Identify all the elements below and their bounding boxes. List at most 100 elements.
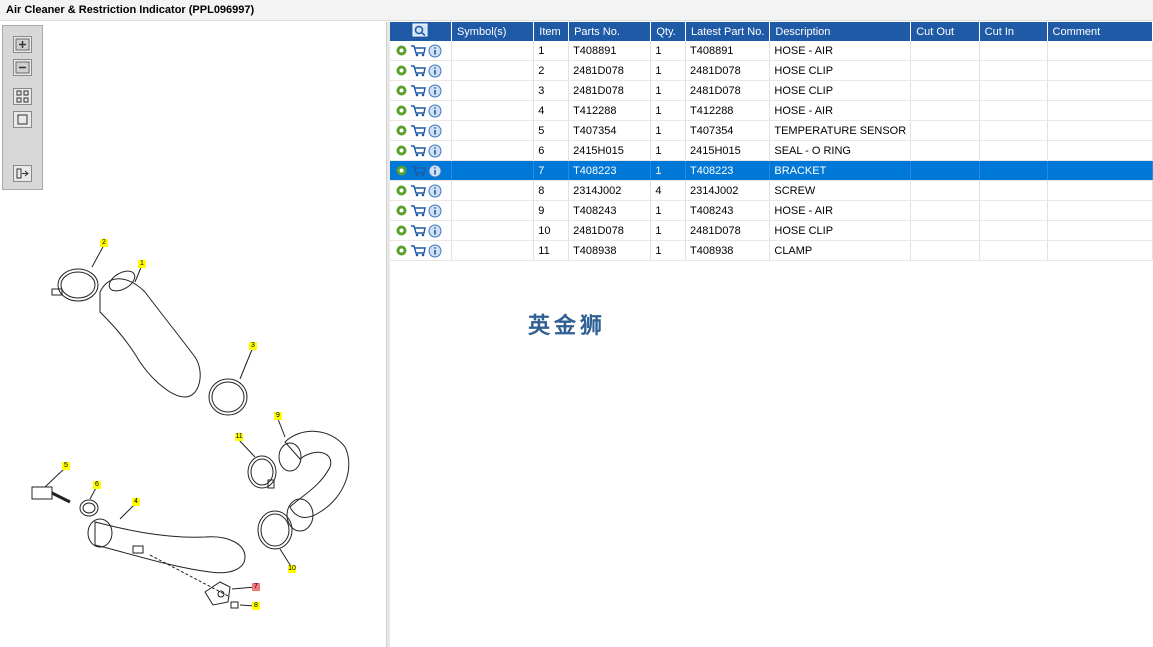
fit-page-button[interactable] <box>13 88 32 105</box>
table-row[interactable]: 11 T408938 1 T408938 CLAMP <box>390 240 1153 261</box>
column-header-search[interactable] <box>390 22 452 41</box>
diagram-pane[interactable]: 2 1 3 9 11 5 6 4 10 7 8 <box>0 22 386 647</box>
info-icon[interactable] <box>428 84 442 98</box>
table-row[interactable]: 3 2481D078 1 2481D078 HOSE CLIP <box>390 80 1153 101</box>
gear-icon[interactable] <box>395 164 408 177</box>
callout-1[interactable]: 1 <box>138 260 146 268</box>
cart-icon[interactable] <box>410 244 426 257</box>
callout-11[interactable]: 11 <box>235 433 243 441</box>
table-row[interactable]: 6 2415H015 1 2415H015 SEAL - O RING <box>390 140 1153 161</box>
column-header-qty[interactable]: Qty. <box>650 22 686 41</box>
table-row[interactable]: 5 T407354 1 T407354 TEMPERATURE SENSOR <box>390 120 1153 141</box>
column-header-cut-in[interactable]: Cut In <box>979 22 1048 41</box>
watermark: 英金狮 <box>528 314 607 339</box>
cell-parts-no: T407354 <box>568 120 652 141</box>
cell-cut-out <box>910 120 980 141</box>
callout-3[interactable]: 3 <box>249 342 257 350</box>
info-icon[interactable] <box>428 224 442 238</box>
info-icon[interactable] <box>428 104 442 118</box>
gear-icon[interactable] <box>395 244 408 257</box>
cart-icon[interactable] <box>410 184 426 197</box>
cell-qty: 1 <box>650 220 686 241</box>
cell-cut-in <box>979 80 1048 101</box>
info-icon[interactable] <box>428 184 442 198</box>
cell-qty: 1 <box>650 60 686 81</box>
export-button[interactable] <box>13 165 32 182</box>
info-icon[interactable] <box>428 144 442 158</box>
info-icon[interactable] <box>428 204 442 218</box>
table-row[interactable]: 7 T408223 1 T408223 BRACKET <box>390 160 1153 181</box>
gear-icon[interactable] <box>395 104 408 117</box>
table-row[interactable]: 4 T412288 1 T412288 HOSE - AIR <box>390 100 1153 121</box>
cart-icon[interactable] <box>410 224 426 237</box>
cart-icon[interactable] <box>410 124 426 137</box>
callout-4[interactable]: 4 <box>132 498 140 506</box>
cell-parts-no: T408223 <box>568 160 652 181</box>
gear-icon[interactable] <box>395 44 408 57</box>
cart-icon[interactable] <box>410 104 426 117</box>
cart-icon[interactable] <box>410 204 426 217</box>
table-row[interactable]: 8 2314J002 4 2314J002 SCREW <box>390 180 1153 201</box>
cell-comment <box>1047 240 1153 261</box>
parts-diagram[interactable] <box>0 197 380 627</box>
table-header-row: Symbol(s) Item Parts No. Qty. Latest Par… <box>390 22 1153 41</box>
column-header-cut-out[interactable]: Cut Out <box>910 22 980 41</box>
table-row[interactable]: 9 T408243 1 T408243 HOSE - AIR <box>390 200 1153 221</box>
column-header-latest-part-no[interactable]: Latest Part No. <box>685 22 771 41</box>
cell-description: HOSE CLIP <box>769 220 912 241</box>
column-header-comment[interactable]: Comment <box>1047 22 1153 41</box>
column-header-symbols[interactable]: Symbol(s) <box>451 22 535 41</box>
cart-icon[interactable] <box>410 144 426 157</box>
row-icons <box>390 100 452 121</box>
cart-icon[interactable] <box>410 164 426 177</box>
info-icon[interactable] <box>428 64 442 78</box>
table-row[interactable]: 10 2481D078 1 2481D078 HOSE CLIP <box>390 220 1153 241</box>
row-icons <box>390 80 452 101</box>
cell-description: HOSE - AIR <box>769 41 912 61</box>
cell-item: 9 <box>533 200 570 221</box>
cell-latest-part-no: T408938 <box>685 240 771 261</box>
info-icon[interactable] <box>428 164 442 178</box>
callout-7[interactable]: 7 <box>252 583 260 591</box>
gear-icon[interactable] <box>395 124 408 137</box>
cell-comment <box>1047 200 1153 221</box>
zoom-in-button[interactable] <box>13 36 32 53</box>
gear-icon[interactable] <box>395 144 408 157</box>
cell-cut-out <box>910 240 980 261</box>
info-icon[interactable] <box>428 44 442 58</box>
callout-8[interactable]: 8 <box>252 602 260 610</box>
cell-description: TEMPERATURE SENSOR <box>769 120 912 141</box>
table-row[interactable]: 1 T408891 1 T408891 HOSE - AIR <box>390 41 1153 61</box>
cell-qty: 1 <box>650 80 686 101</box>
callout-10[interactable]: 10 <box>288 565 296 573</box>
table-row[interactable]: 2 2481D078 1 2481D078 HOSE CLIP <box>390 60 1153 81</box>
callout-6[interactable]: 6 <box>93 481 101 489</box>
actual-size-button[interactable] <box>13 111 32 128</box>
column-header-description[interactable]: Description <box>769 22 912 41</box>
cart-icon[interactable] <box>410 84 426 97</box>
gear-icon[interactable] <box>395 224 408 237</box>
callout-9[interactable]: 9 <box>274 412 282 420</box>
cell-cut-out <box>910 100 980 121</box>
gear-icon[interactable] <box>395 204 408 217</box>
cell-description: SEAL - O RING <box>769 140 912 161</box>
cart-icon[interactable] <box>410 44 426 57</box>
cell-latest-part-no: 2481D078 <box>685 80 771 101</box>
cell-latest-part-no: 2481D078 <box>685 60 771 81</box>
cart-icon[interactable] <box>410 64 426 77</box>
column-header-item[interactable]: Item <box>533 22 570 41</box>
info-icon[interactable] <box>428 124 442 138</box>
cell-qty: 1 <box>650 41 686 61</box>
cell-parts-no: 2415H015 <box>568 140 652 161</box>
gear-icon[interactable] <box>395 64 408 77</box>
cell-item: 8 <box>533 180 570 201</box>
zoom-out-button[interactable] <box>13 59 32 76</box>
window-titlebar: Air Cleaner & Restriction Indicator (PPL… <box>0 0 1153 21</box>
callout-2[interactable]: 2 <box>100 239 108 247</box>
callout-5[interactable]: 5 <box>62 462 70 470</box>
gear-icon[interactable] <box>395 84 408 97</box>
info-icon[interactable] <box>428 244 442 258</box>
cell-parts-no: T412288 <box>568 100 652 121</box>
column-header-parts-no[interactable]: Parts No. <box>568 22 652 41</box>
gear-icon[interactable] <box>395 184 408 197</box>
